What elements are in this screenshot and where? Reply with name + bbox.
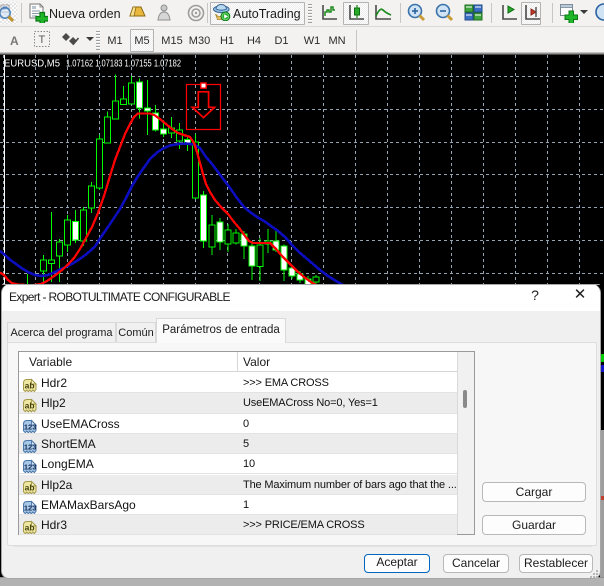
svg-text:ab: ab (25, 482, 35, 492)
svg-text:123: 123 (24, 503, 37, 512)
svg-text:ab: ab (25, 523, 35, 533)
svg-text:T: T (39, 34, 46, 46)
svg-text:123: 123 (24, 422, 37, 431)
svg-text:1.07162 1.07183 1.07155 1.0718: 1.07162 1.07183 1.07155 1.07182 (66, 58, 181, 70)
svg-text:123: 123 (24, 463, 37, 472)
svg-text:ab: ab (25, 381, 35, 391)
svg-text:123: 123 (24, 442, 37, 451)
svg-text:ab: ab (25, 401, 35, 411)
svg-text:EURUSD,M5: EURUSD,M5 (4, 58, 60, 70)
